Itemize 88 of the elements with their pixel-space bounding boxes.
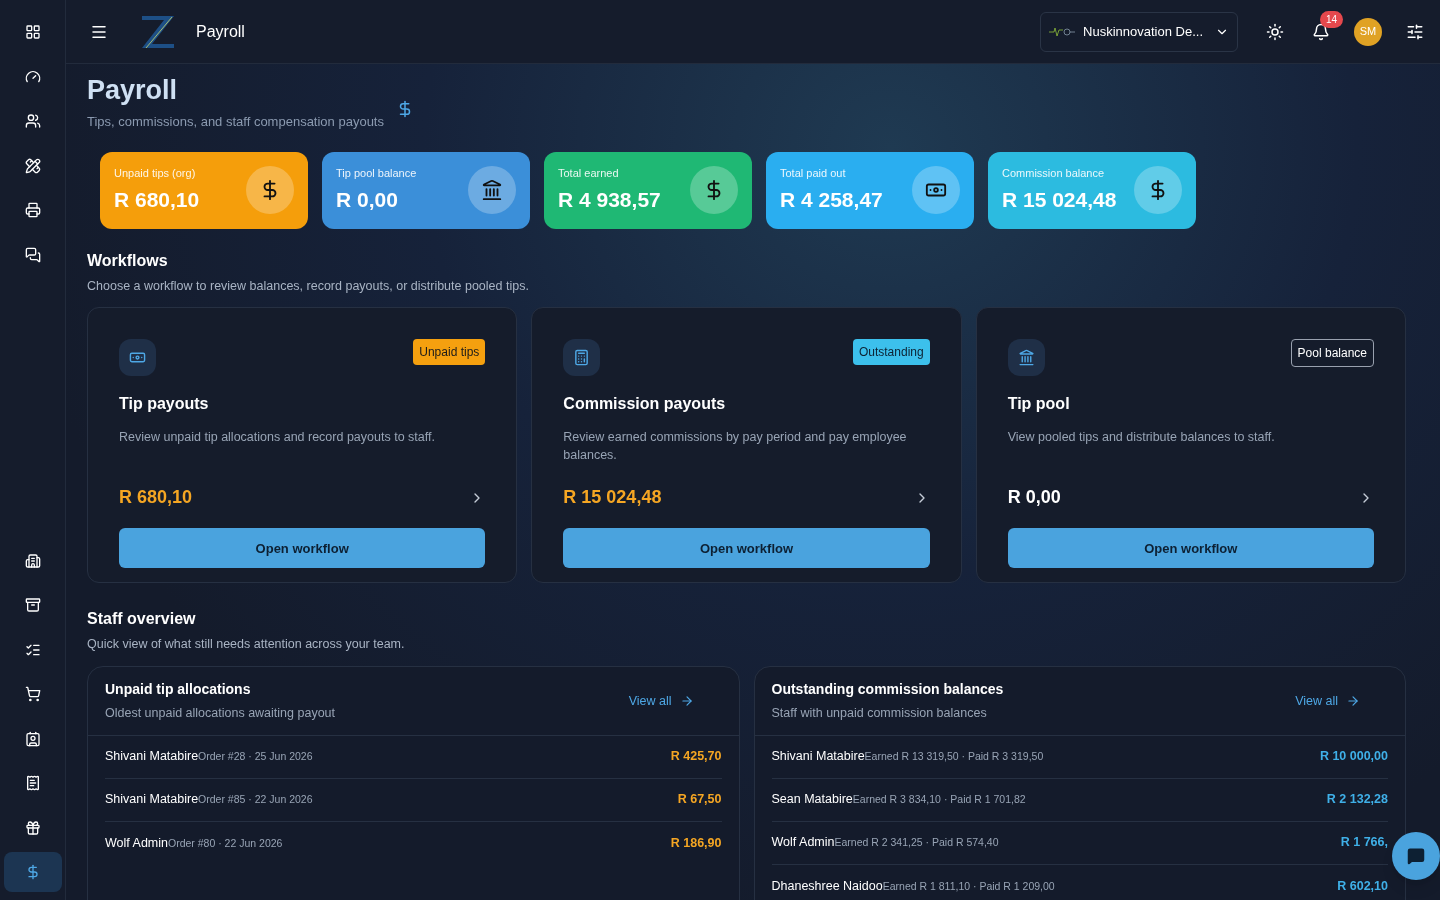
row-amount: R 2 132,28 [1326,791,1388,809]
page-subtitle: Tips, commissions, and staff compensation payouts [87,113,384,131]
row-detail: Order #85 · 22 Jun 2026 [198,792,313,808]
workflow-amount: R 15 024,48 [563,486,662,510]
workflow-amount: R 680,10 [119,486,193,510]
building-icon [24,552,41,569]
open-workflow-button[interactable]: Open workflow [119,528,486,569]
list-row[interactable]: Dhaneshree NaidooEarned R 1 811,10 · Paid R 1 209,00 R 602,10 [771,864,1388,900]
row-detail: Order #80 · 22 Jun 2026 [168,835,283,851]
status-badge: Unpaid tips [413,339,486,366]
view-all-link[interactable]: View all [1295,691,1360,711]
staff-name: Wolf Admin [105,834,168,852]
status-badge: Outstanding [852,339,930,366]
app-title: Payroll [196,21,245,42]
archive-icon [24,597,41,613]
row-detail: Order #28 · 25 Jun 2026 [198,749,313,765]
id-card-icon [24,730,41,747]
workflow-title: Tip pool [1007,394,1071,415]
staff-name: Shivani Matabire [105,791,199,809]
open-workflow-button[interactable]: Open workflow [563,528,930,569]
staff-name: Sean Matabire [771,791,853,809]
status-badge: Pool balance [1290,339,1374,368]
panel-title: Outstanding commission balances [771,680,1004,699]
logo-icon [1049,26,1076,37]
cart-icon [24,686,41,702]
row-detail: Earned R 2 341,25 · Paid R 574,40 [834,835,999,851]
stat-label: Unpaid tips (org) [114,166,197,181]
workflow-description: View pooled tips and distribute balances to staff. [1007,429,1276,447]
bank-icon [1017,349,1035,367]
list-row[interactable]: Shivani MatabireEarned R 13 319,50 · Paid R 3 319,50 R 10 000,00 [771,735,1388,779]
row-detail: Earned R 13 319,50 · Paid R 3 319,50 [864,749,1044,765]
list-row[interactable]: Wolf AdminOrder #80 · 22 Jun 2026 R 186,90 [105,821,722,865]
settings-icon[interactable] [1406,22,1424,41]
row-amount: R 602,10 [1337,877,1388,895]
staff-name: Wolf Admin [771,834,835,852]
tools-icon [24,157,41,174]
staff-name: Shivani Matabire [771,748,865,766]
section-title: Workflows [87,250,169,271]
stat-value: R 0,00 [336,186,399,213]
workflow-description: Review unpaid tip allocations and record payouts to staff. [119,429,436,447]
stat-label: Commission balance [1002,166,1106,181]
organization-selector[interactable]: Nuskinnovation De... [1040,11,1238,52]
chat-icon [1407,847,1425,865]
section-title: Staff overview [87,609,197,630]
row-amount: R 67,50 [677,791,722,809]
row-amount: R 425,70 [670,748,722,766]
workflow-amount: R 0,00 [1007,486,1061,510]
panel-title: Unpaid tip allocations [105,680,252,699]
stat-label: Total earned [558,166,620,181]
stat-value: R 4 938,57 [558,186,661,213]
section-subtitle: Quick view of what still needs attention across your team. [87,636,406,654]
stat-value: R 15 024,48 [1002,186,1117,213]
row-amount: R 10 000,00 [1319,748,1388,766]
row-amount: R 186,90 [670,834,722,852]
gauge-icon [24,68,41,85]
row-amount: R 1 766, [1340,834,1388,852]
chat-icon [24,246,41,263]
view-all-link[interactable]: View all [628,691,694,711]
stat-value: R 4 258,47 [780,186,883,213]
stat-label: Total paid out [780,166,847,181]
list-row[interactable]: Shivani MatabireOrder #28 · 25 Jun 2026 R 425,70 [105,735,722,779]
theme-toggle-icon[interactable] [1266,22,1284,41]
notification-count: 14 [1320,10,1344,28]
staff-name: Dhaneshree Naidoo [771,877,883,895]
workflow-title: Commission payouts [563,394,727,415]
bank-icon [481,179,503,201]
panel-subtitle: Staff with unpaid commission balances [771,705,988,722]
section-subtitle: Choose a workflow to review balances, record payouts, or distribute pooled tips. [87,277,530,295]
dashboard-icon [24,24,41,40]
list-row[interactable]: Wolf AdminEarned R 2 341,25 · Paid R 574,40 R 1 766, [771,821,1388,865]
users-icon [24,113,41,129]
gift-icon [24,819,41,836]
panel-subtitle: Oldest unpaid allocations awaiting payout [105,705,335,722]
list-row[interactable]: Shivani MatabireOrder #85 · 22 Jun 2026 R 67,50 [105,778,722,822]
receipt-icon [24,775,41,791]
notification-icon[interactable] [1312,22,1330,41]
row-detail: Earned R 3 834,10 · Paid R 1 701,82 [852,792,1026,808]
workflow-title: Tip payouts [119,394,210,415]
logo-icon [140,13,176,50]
workflow-description: Review earned commissions by pay period and pay employee balances. [563,429,908,465]
staff-name: Shivani Matabire [105,748,199,766]
stat-value: R 680,10 [114,186,200,213]
list-row[interactable]: Sean MatabireEarned R 3 834,10 · Paid R 1 701,82 R 2 132,28 [771,778,1388,822]
open-workflow-button[interactable]: Open workflow [1007,528,1374,569]
stat-label: Tip pool balance [336,166,417,181]
page-title: Payroll [87,74,179,107]
calculator-icon [573,349,591,367]
row-detail: Earned R 1 811,10 · Paid R 1 209,00 [882,878,1055,894]
